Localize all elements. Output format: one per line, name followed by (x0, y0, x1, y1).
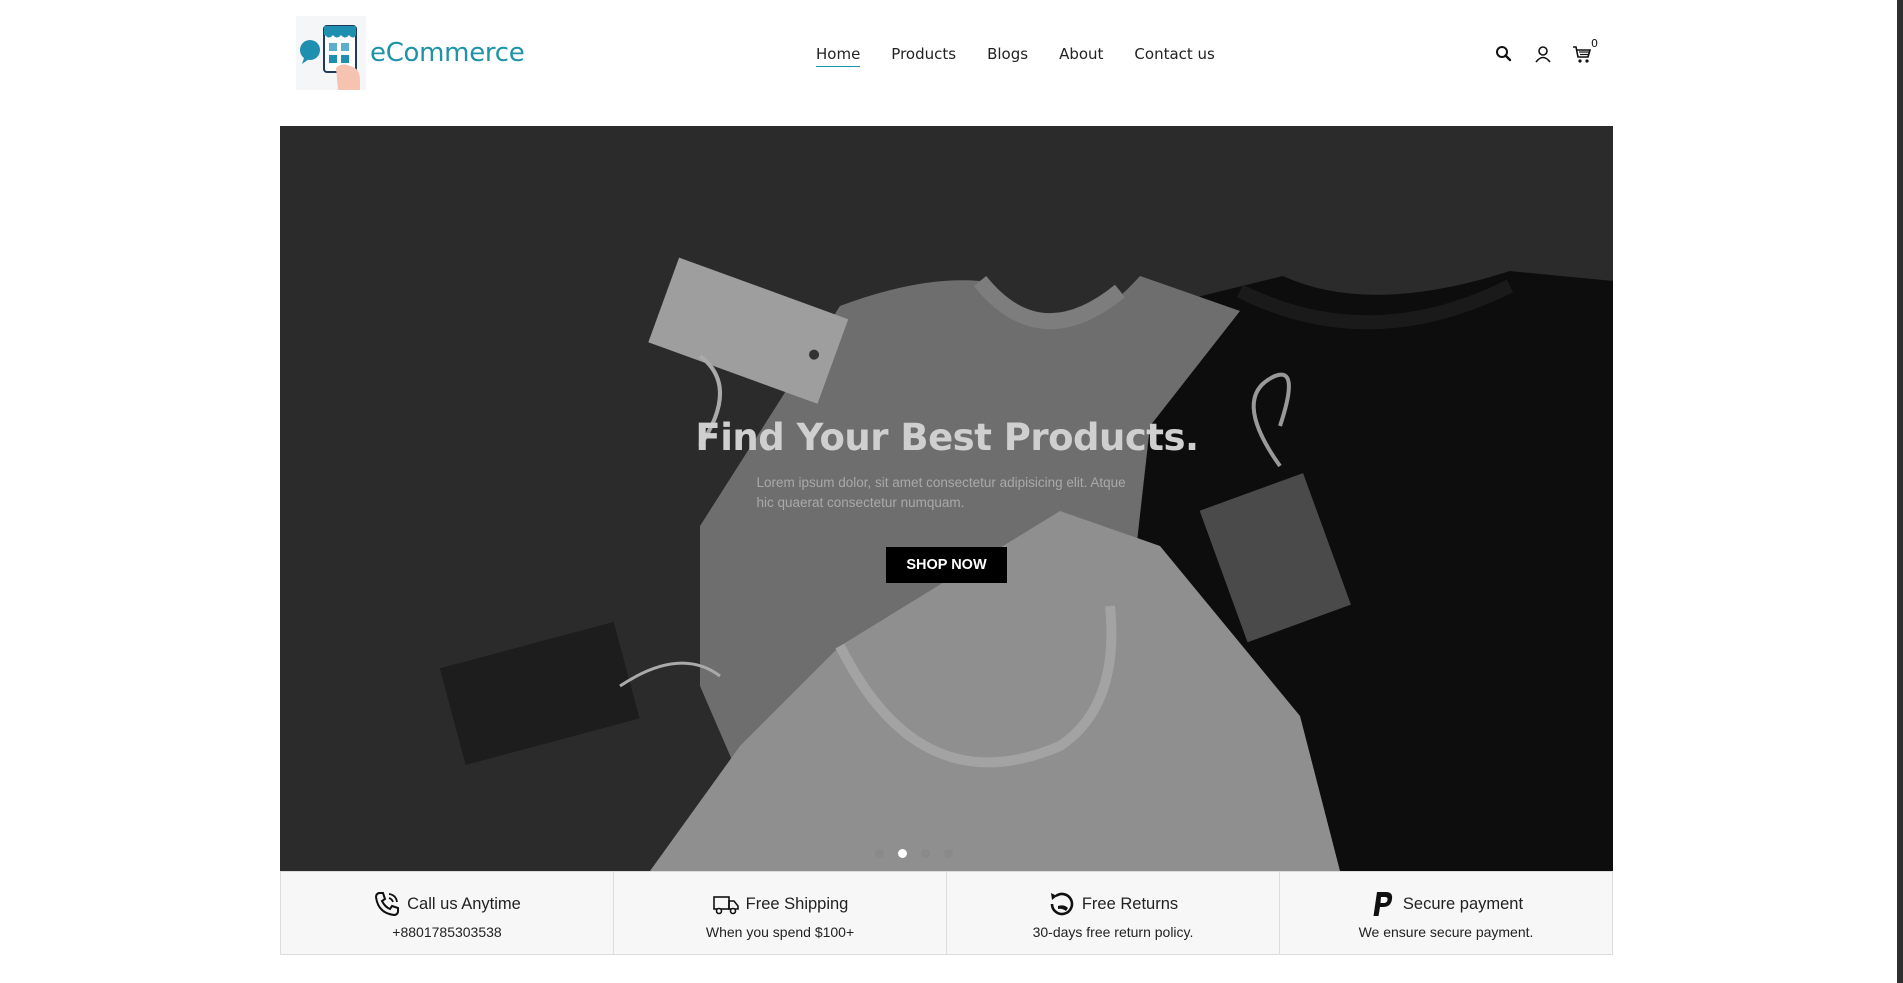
nav-contact[interactable]: Contact us (1134, 45, 1214, 67)
brand-name: eCommerce (370, 38, 525, 68)
site-header: eCommerce Home Products Blogs About Cont… (0, 0, 1897, 110)
feature-payment: Secure payment We ensure secure payment. (1280, 872, 1612, 954)
store-logo-icon (296, 16, 366, 90)
slider-dot-3[interactable] (920, 849, 930, 858)
feature-desc: 30-days free return policy. (1032, 924, 1194, 940)
feature-title: Free Shipping (745, 894, 849, 913)
hero-content: Find Your Best Products. Lorem ipsum dol… (280, 416, 1613, 583)
nav-about[interactable]: About (1059, 45, 1103, 67)
feature-call: Call us Anytime +8801785303538 (281, 872, 614, 954)
slider-dots (280, 849, 1580, 858)
nav-products[interactable]: Products (891, 45, 956, 67)
hero-slider: Find Your Best Products. Lorem ipsum dol… (280, 126, 1613, 871)
slider-dot-4[interactable] (943, 849, 953, 858)
feature-title: Secure payment (1402, 894, 1524, 913)
feature-desc: +8801785303538 (392, 924, 502, 940)
cart-count-badge: 0 (1591, 37, 1598, 50)
paypal-icon (1369, 890, 1397, 918)
hero-subtitle: Lorem ipsum dolor, sit amet consectetur … (756, 475, 1126, 510)
slider-dot-2[interactable] (897, 849, 907, 858)
hero-title: Find Your Best Products. (695, 416, 1199, 459)
feature-returns: Free Returns 30-days free return policy. (947, 872, 1280, 954)
search-icon[interactable] (1494, 44, 1514, 64)
user-icon[interactable] (1533, 44, 1553, 64)
feature-shipping: Free Shipping When you spend $100+ (614, 872, 947, 954)
main-nav: Home Products Blogs About Contact us (816, 45, 1215, 67)
slider-dot-1[interactable] (874, 849, 884, 858)
features-bar: Call us Anytime +8801785303538 Free Ship… (280, 871, 1613, 955)
phone-icon (373, 890, 401, 918)
feature-title: Call us Anytime (407, 894, 521, 913)
header-actions: 0 (1494, 37, 1598, 64)
feature-desc: When you spend $100+ (705, 924, 855, 940)
cart-icon[interactable]: 0 (1572, 37, 1598, 64)
shop-now-button[interactable]: SHOP NOW (886, 547, 1007, 583)
feature-title: Free Returns (1081, 894, 1179, 913)
feature-desc: We ensure secure payment. (1358, 924, 1534, 940)
brand-logo[interactable]: eCommerce (296, 16, 525, 90)
nav-blogs[interactable]: Blogs (987, 45, 1028, 67)
nav-home[interactable]: Home (816, 45, 861, 67)
page-scrollbar[interactable] (1897, 0, 1903, 983)
truck-icon (712, 890, 740, 918)
return-icon (1048, 890, 1076, 918)
